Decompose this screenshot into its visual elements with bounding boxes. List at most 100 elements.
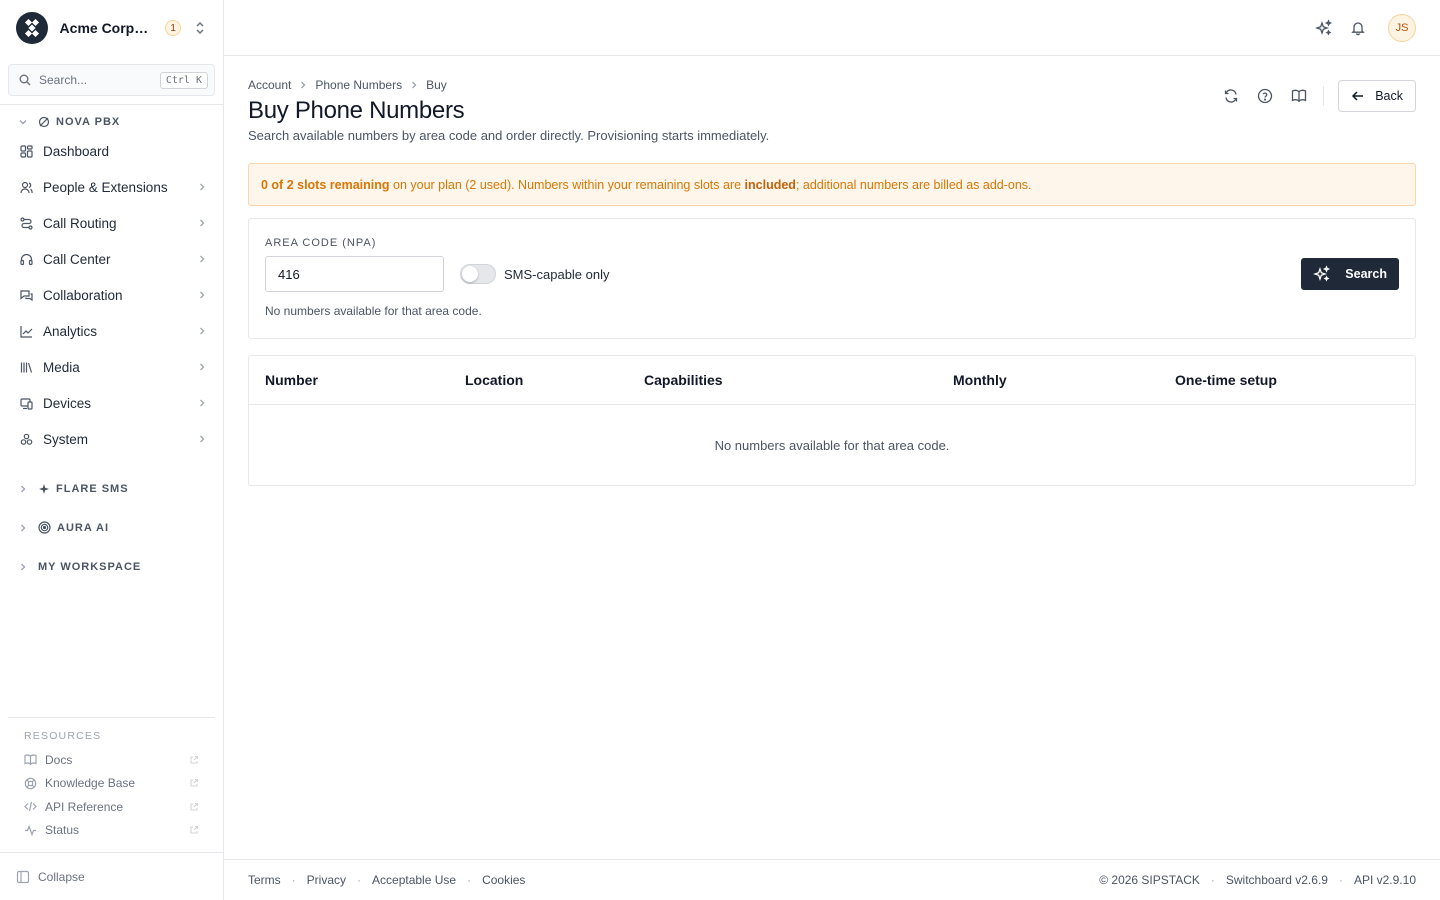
org-logo	[16, 12, 48, 44]
arrow-left-icon	[1351, 89, 1365, 103]
sidebar-item-media[interactable]: Media	[0, 349, 223, 385]
back-button[interactable]: Back	[1338, 80, 1416, 112]
refresh-icon[interactable]	[1221, 86, 1241, 106]
column-header-location[interactable]: Location	[465, 372, 644, 388]
ai-sparkles-icon[interactable]	[1314, 18, 1334, 38]
column-header-number[interactable]: Number	[265, 372, 465, 388]
footer-link-cookies[interactable]: Cookies	[482, 873, 525, 887]
separator-dot: ·	[1210, 873, 1215, 887]
numbers-table: Number Location Capabilities Monthly One…	[248, 355, 1416, 486]
chevron-updown-icon[interactable]	[193, 21, 207, 35]
chevron-right-icon	[197, 434, 207, 444]
column-header-monthly[interactable]: Monthly	[953, 372, 1175, 388]
sidebar-item-analytics[interactable]: Analytics	[0, 313, 223, 349]
sidebar-item-call-center[interactable]: Call Center	[0, 241, 223, 277]
sidebar-nav: NOVA PBX Dashboard People & Extensions C…	[0, 105, 223, 717]
copyright: © 2026 SIPSTACK	[1099, 873, 1200, 887]
resource-label: Docs	[45, 752, 73, 767]
section-aura-ai[interactable]: AURA AI	[0, 508, 223, 547]
avatar[interactable]: JS	[1388, 13, 1416, 42]
sidebar-item-dashboard[interactable]: Dashboard	[0, 133, 223, 169]
devices-icon	[20, 397, 33, 410]
book-icon	[24, 753, 37, 766]
routing-icon	[20, 216, 33, 230]
footer-link-privacy[interactable]: Privacy	[307, 873, 346, 887]
search-input[interactable]: Search... Ctrl K	[8, 64, 215, 96]
sidebar-item-label: Call Routing	[43, 215, 117, 231]
resource-label: Status	[45, 823, 80, 838]
chevron-right-icon	[197, 182, 207, 192]
breadcrumb-phone-numbers[interactable]: Phone Numbers	[315, 78, 402, 92]
chevron-right-icon	[197, 254, 207, 264]
column-header-setup[interactable]: One-time setup	[1175, 372, 1277, 388]
page-content: Account Phone Numbers Buy Buy Phone Numb…	[224, 56, 1440, 859]
resource-knowledge-base[interactable]: Knowledge Base	[8, 772, 215, 796]
breadcrumb-account[interactable]: Account	[248, 78, 291, 92]
dashboard-icon	[20, 144, 33, 158]
sidebar-item-label: Dashboard	[43, 143, 110, 159]
sidebar-item-system[interactable]: System	[0, 421, 223, 457]
resource-api-reference[interactable]: API Reference	[8, 795, 215, 819]
chevron-right-icon	[197, 398, 207, 408]
sidebar-item-label: Media	[43, 359, 80, 375]
resource-status[interactable]: Status	[8, 819, 215, 843]
docs-book-icon[interactable]	[1289, 86, 1309, 106]
sidebar-collapse-icon	[16, 870, 30, 884]
footer-link-terms[interactable]: Terms	[248, 873, 281, 887]
breadcrumb-buy: Buy	[426, 78, 447, 92]
analytics-icon	[20, 325, 33, 338]
area-code-input[interactable]	[265, 256, 444, 292]
separator-dot: ·	[1338, 873, 1343, 887]
external-link-icon	[189, 802, 199, 812]
alert-text-2: ; additional numbers are billed as add-o…	[795, 177, 1032, 192]
collapse-label: Collapse	[38, 869, 85, 884]
sidebar-item-label: Call Center	[43, 251, 111, 267]
sidebar-item-label: System	[43, 431, 89, 447]
table-header: Number Location Capabilities Monthly One…	[249, 356, 1415, 405]
page-actions: Back	[1221, 80, 1416, 112]
chevron-right-icon	[197, 362, 207, 372]
column-header-capabilities[interactable]: Capabilities	[644, 372, 953, 388]
resource-label: Knowledge Base	[45, 776, 136, 791]
external-link-icon	[189, 755, 199, 765]
section-title: NOVA PBX	[56, 116, 121, 128]
section-my-workspace[interactable]: MY WORKSPACE	[0, 547, 223, 586]
app-version: Switchboard v2.6.9	[1225, 873, 1328, 887]
section-flare-sms[interactable]: FLARE SMS	[0, 469, 223, 508]
sidebar-item-devices[interactable]: Devices	[0, 385, 223, 421]
alert-strong-included: included	[744, 177, 796, 192]
bell-icon[interactable]	[1348, 18, 1368, 38]
code-icon	[24, 800, 37, 813]
lifebuoy-icon	[24, 777, 37, 790]
external-link-icon	[189, 778, 199, 788]
sms-capable-toggle[interactable]	[460, 264, 496, 284]
chevron-right-icon	[409, 80, 419, 90]
search-button[interactable]: Search	[1301, 258, 1399, 290]
sidebar-item-label: Devices	[43, 395, 92, 411]
collapse-sidebar-button[interactable]: Collapse	[0, 852, 223, 900]
page-title: Buy Phone Numbers	[248, 97, 465, 124]
org-switcher[interactable]: Acme Corporation 1	[0, 0, 223, 56]
plan-slots-alert: 0 of 2 slots remaining on your plan (2 u…	[248, 163, 1416, 206]
table-empty-state: No numbers available for that area code.	[714, 437, 950, 453]
resources-heading: RESOURCES	[24, 730, 102, 742]
search-shortcut: Ctrl K	[159, 71, 208, 89]
divider	[1323, 86, 1325, 106]
chevron-right-icon	[18, 523, 28, 533]
main-area: JS Account Phone Numbers Buy Buy Phone N…	[224, 0, 1440, 900]
section-nova-pbx[interactable]: NOVA PBX	[0, 111, 223, 133]
page-header: Account Phone Numbers Buy Buy Phone Numb…	[248, 78, 1416, 143]
resource-docs[interactable]: Docs	[8, 748, 215, 772]
help-icon[interactable]	[1255, 86, 1275, 106]
media-icon	[20, 361, 33, 374]
sidebar-item-label: Analytics	[43, 323, 98, 339]
area-code-label: AREA CODE (NPA)	[265, 237, 377, 249]
sidebar-item-collaboration[interactable]: Collaboration	[0, 277, 223, 313]
sparkles-icon	[1313, 265, 1331, 283]
sidebar-item-call-routing[interactable]: Call Routing	[0, 205, 223, 241]
sidebar-item-people[interactable]: People & Extensions	[0, 169, 223, 205]
chevron-right-icon	[298, 80, 308, 90]
sidebar: Acme Corporation 1 Search... Ctrl K NOVA…	[0, 0, 224, 900]
sidebar-item-label: Collaboration	[43, 287, 123, 303]
footer-link-acceptable-use[interactable]: Acceptable Use	[372, 873, 456, 887]
